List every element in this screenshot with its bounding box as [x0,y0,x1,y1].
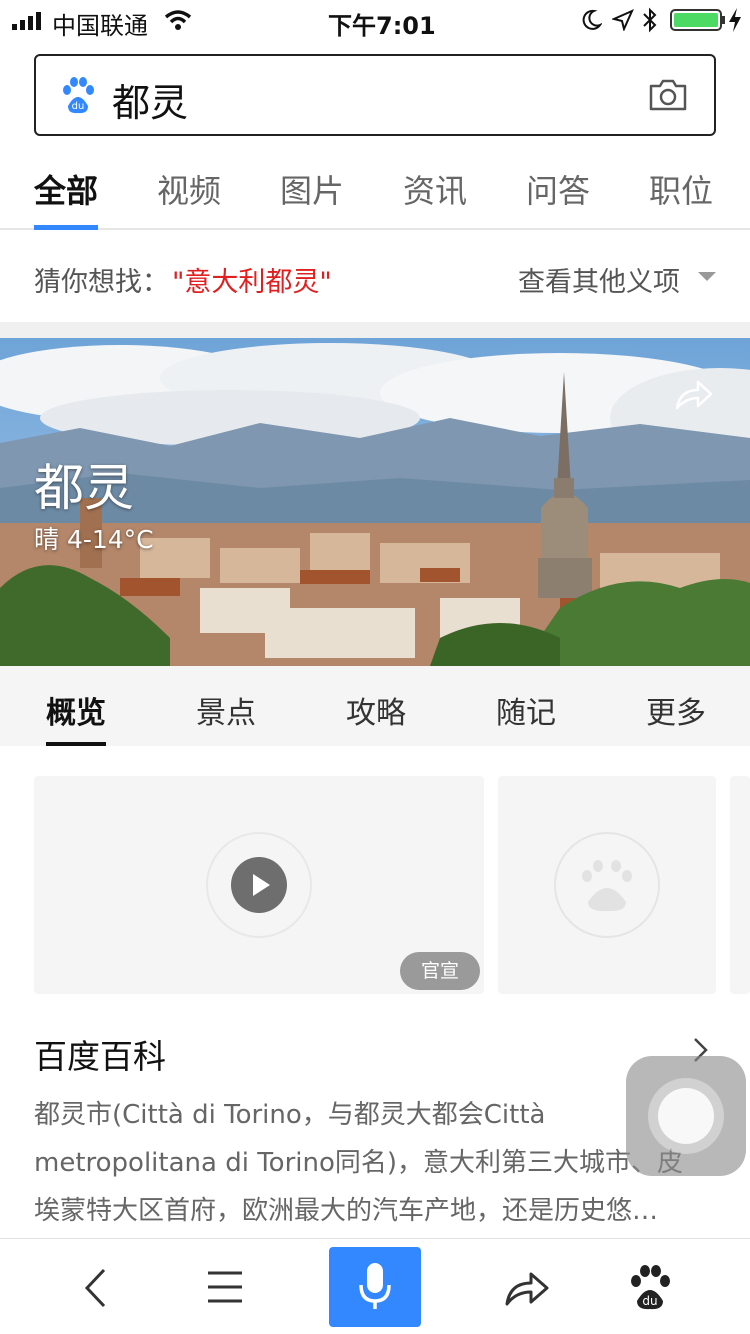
tab-notes[interactable]: 随记 [496,688,556,732]
baike-summary-line: 都灵市(Città di Torino，与都灵大都会Città [34,1100,546,1130]
mic-icon [359,1263,391,1309]
weather-text: 晴 4-14°C [34,525,154,554]
tab-more[interactable]: 更多 [646,688,706,732]
city-title: 都灵 [34,459,134,517]
camera-icon[interactable] [648,78,688,112]
share-icon[interactable] [674,378,714,412]
back-icon[interactable] [82,1267,110,1309]
status-bar: 中国联通 下午7:01 [0,0,750,40]
active-tab-indicator [34,225,98,230]
category-tabs: 全部 视频 图片 资讯 问答 职位 [0,150,750,230]
tab-attractions[interactable]: 景点 [196,688,256,732]
tab-overview[interactable]: 概览 [46,688,106,732]
svg-text:du: du [642,1294,657,1308]
suggestion-link[interactable]: "意大利都灵" [172,260,332,299]
tab-images[interactable]: 图片 [280,166,344,212]
tab-news[interactable]: 资讯 [403,166,467,212]
tab-jobs[interactable]: 职位 [649,166,713,212]
charging-icon [729,8,741,32]
assistive-touch-button[interactable] [626,1056,746,1176]
menu-icon[interactable] [206,1269,244,1305]
tab-video[interactable]: 视频 [157,166,221,212]
voice-search-button[interactable] [329,1247,421,1327]
baike-summary-line: metropolitana di Torino同名)，意大利第三大城市、皮 [34,1148,684,1178]
clock: 下午7:01 [328,12,436,40]
tab-all[interactable]: 全部 [34,166,98,212]
official-badge: 官宣 [400,952,480,990]
image-card[interactable] [498,776,716,994]
bluetooth-icon [643,7,657,33]
carrier-label: 中国联通 [52,12,148,40]
baike-summary-line: 埃蒙特大区首府，欧洲最大的汽车产地，还是历史悠… [34,1196,659,1226]
svg-text:du: du [72,101,85,112]
baidu-placeholder-icon [554,832,660,938]
section-divider [0,322,750,338]
search-box[interactable]: du 都灵 [34,54,716,136]
caret-down-icon[interactable] [698,272,716,281]
image-card-partial[interactable] [730,776,750,994]
city-hero-image[interactable]: 都灵 晴 4-14°C [0,338,750,666]
suggestion-row: 猜你想找： "意大利都灵" 查看其他义项 [0,232,750,322]
tab-guides[interactable]: 攻略 [346,688,406,732]
baidu-paw-icon: du [63,77,94,114]
other-meanings-link[interactable]: 查看其他义项 [518,260,680,299]
baike-title[interactable]: 百度百科 [34,1030,166,1078]
suggestion-prefix: 猜你想找： [34,267,169,298]
wifi-icon [164,10,192,30]
tab-qa[interactable]: 问答 [526,166,590,212]
search-input[interactable]: 都灵 [112,72,188,127]
battery-icon [670,9,722,31]
bottom-toolbar: du [0,1238,750,1334]
location-icon [612,9,634,31]
moon-icon [582,9,602,30]
signal-icon [12,12,41,30]
share-icon[interactable] [504,1269,550,1307]
baidu-home-icon[interactable]: du [628,1263,672,1311]
play-icon[interactable] [231,857,287,913]
card-tabs: 概览 景点 攻略 随记 更多 [0,666,750,746]
active-subtab-indicator [46,742,106,746]
